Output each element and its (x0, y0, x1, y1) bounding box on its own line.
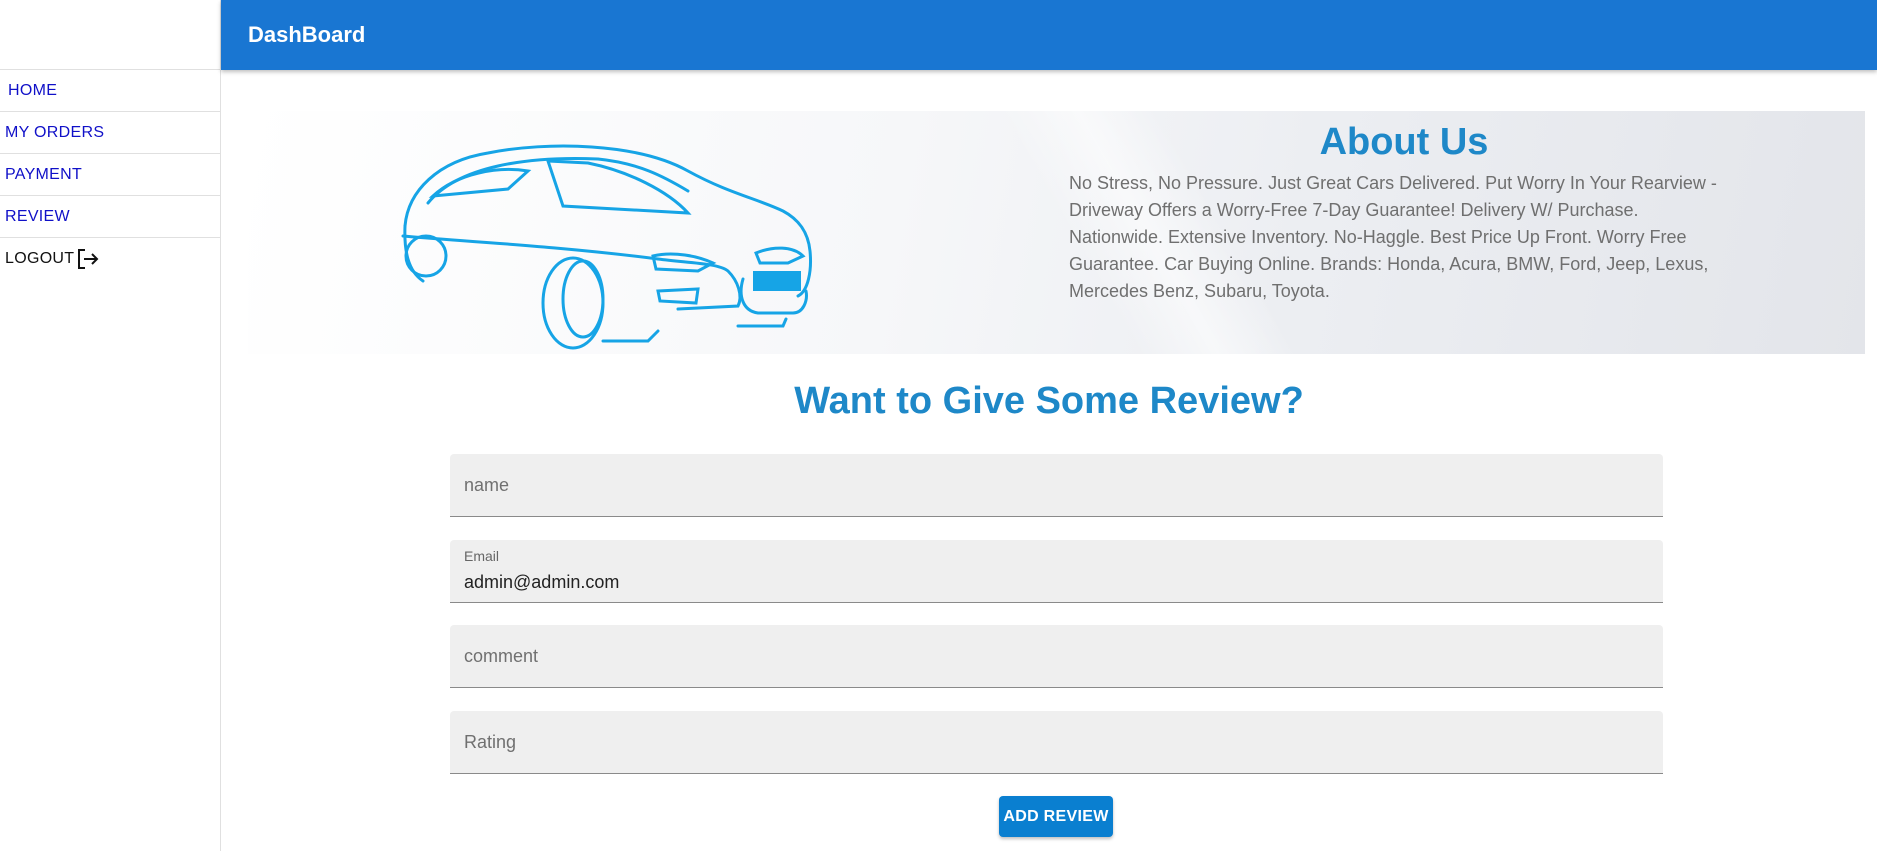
about-text-block: About Us No Stress, No Pressure. Just Gr… (1069, 121, 1719, 305)
sidebar-item-my-orders[interactable]: MY ORDERS (0, 112, 220, 154)
sidebar: HOME MY ORDERS PAYMENT REVIEW LOGOUT (0, 0, 221, 851)
about-title: About Us (1319, 121, 1489, 163)
sidebar-header (0, 0, 220, 70)
email-field[interactable]: Email (450, 540, 1663, 603)
sidebar-item-home[interactable]: HOME (0, 70, 220, 112)
app-bar: DashBoard (221, 0, 1877, 70)
about-description: No Stress, No Pressure. Just Great Cars … (1069, 173, 1717, 301)
comment-input[interactable] (450, 625, 1663, 687)
review-heading: Want to Give Some Review? (794, 380, 1304, 422)
email-label: Email (464, 548, 500, 564)
name-input[interactable] (450, 454, 1663, 516)
email-input[interactable] (450, 540, 1663, 602)
main-content: About Us No Stress, No Pressure. Just Gr… (221, 70, 1877, 851)
logout-label: LOGOUT (5, 250, 75, 267)
add-review-button[interactable]: ADD REVIEW (999, 796, 1113, 837)
sidebar-item-review[interactable]: REVIEW (0, 196, 220, 238)
comment-field[interactable] (450, 625, 1663, 688)
name-field[interactable] (450, 454, 1663, 517)
rating-field[interactable] (450, 711, 1663, 774)
rating-input[interactable] (450, 711, 1663, 773)
logout-icon (78, 249, 99, 269)
logout-button[interactable]: LOGOUT (0, 238, 220, 280)
sidebar-item-payment[interactable]: PAYMENT (0, 154, 220, 196)
car-outline-illustration (401, 144, 812, 350)
about-banner: About Us No Stress, No Pressure. Just Gr… (248, 111, 1865, 354)
app-title: DashBoard (248, 22, 366, 47)
